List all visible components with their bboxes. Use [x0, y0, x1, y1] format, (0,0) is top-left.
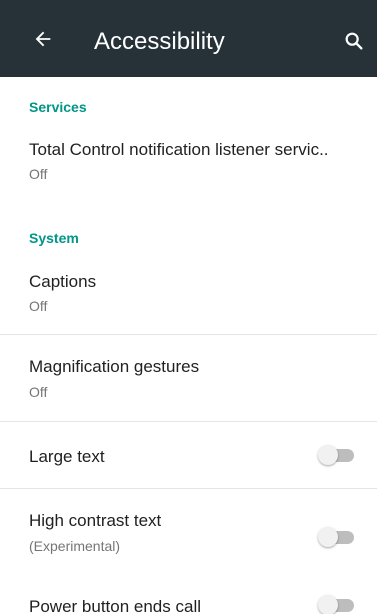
list-item-power-button-ends-call[interactable]: Power button ends call: [0, 578, 377, 614]
item-title: Power button ends call: [29, 597, 201, 614]
search-icon: [345, 32, 363, 50]
item-subtitle: (Experimental): [29, 538, 121, 554]
search-button[interactable]: [338, 25, 370, 57]
item-title: Total Control notification listener serv…: [29, 140, 329, 159]
list-item-high-contrast-text[interactable]: High contrast text (Experimental): [0, 489, 377, 577]
power-button-ends-call-toggle[interactable]: [318, 592, 356, 614]
app-bar: Accessibility: [0, 0, 377, 77]
toggle-thumb: [318, 527, 338, 547]
item-title: Magnification gestures: [29, 357, 200, 376]
arrow-back-icon: [35, 31, 51, 47]
back-button[interactable]: [26, 22, 60, 56]
toggle-thumb: [318, 595, 338, 614]
section-header-system: System: [29, 230, 79, 246]
list-item-captions[interactable]: Captions Off: [0, 258, 377, 334]
list-item-large-text[interactable]: Large text: [0, 422, 377, 488]
item-title: Captions: [29, 272, 97, 291]
page-title: Accessibility: [94, 28, 225, 55]
list-item-total-control[interactable]: Total Control notification listener serv…: [0, 127, 377, 195]
large-text-toggle[interactable]: [318, 442, 356, 468]
list-item-magnification-gestures[interactable]: Magnification gestures Off: [0, 335, 377, 421]
item-title: High contrast text: [29, 511, 162, 530]
toggle-thumb: [318, 445, 338, 465]
item-title: Large text: [29, 447, 105, 466]
section-header-services: Services: [29, 99, 87, 115]
high-contrast-text-toggle[interactable]: [318, 524, 356, 550]
item-subtitle: Off: [29, 298, 48, 314]
item-subtitle: Off: [29, 166, 48, 182]
item-subtitle: Off: [29, 384, 48, 400]
